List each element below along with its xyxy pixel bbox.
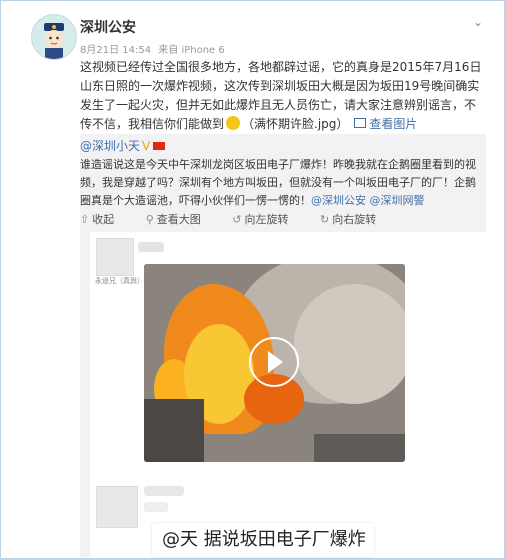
- rotate-left-button[interactable]: ↺ 向左旋转: [232, 213, 302, 226]
- chevron-down-icon[interactable]: ⌄: [473, 15, 483, 29]
- post-source: 来自 iPhone 6: [158, 45, 225, 56]
- mention-link[interactable]: @深圳公安: [311, 194, 366, 207]
- building: [144, 399, 204, 462]
- chat-name-tag: 永遥兄（真舆）: [95, 277, 144, 285]
- building: [314, 434, 405, 462]
- post-author[interactable]: 深圳公安: [80, 17, 136, 37]
- image-toolbar: ⇧ 收起 ⚲ 查看大图 ↺ 向左旋转 ↻ 向右旋转: [80, 211, 404, 227]
- repost-box: @深圳小天 V 谁造谣说这是今天中午深圳龙岗区坂田电子厂爆炸！昨晚我就在企鹅圈里看…: [80, 134, 486, 557]
- rotate-right-label: 向右旋转: [332, 213, 377, 226]
- collapse-label: 收起: [92, 213, 115, 226]
- post-text-tail: （满怀期许脸.jpg）: [242, 117, 349, 131]
- china-flag-icon: [153, 142, 166, 150]
- blurred-text: [144, 486, 184, 496]
- rotate-left-label: 向左旋转: [244, 213, 289, 226]
- collapse-button[interactable]: ⇧ 收起: [80, 213, 128, 226]
- collapse-icon: ⇧: [80, 213, 90, 226]
- smoke-cloud: [294, 284, 405, 404]
- verified-icon: V: [142, 139, 151, 153]
- mention-link[interactable]: @深圳网警: [370, 194, 425, 207]
- attached-screenshot[interactable]: 永遥兄（真舆） @天 据说坂田电子厂爆炸: [90, 232, 486, 557]
- view-large-button[interactable]: ⚲ 查看大图: [146, 213, 215, 226]
- chat-avatar: [96, 486, 138, 528]
- post-time[interactable]: 8月21日 14:54: [80, 45, 151, 56]
- avatar[interactable]: [31, 14, 77, 60]
- blurred-text: [138, 242, 164, 252]
- blurred-text: [144, 502, 168, 512]
- smile-emoji-icon: [226, 116, 241, 130]
- rotate-left-icon: ↺: [232, 213, 242, 226]
- picture-icon: [354, 118, 367, 128]
- chat-message: @天 据说坂田电子厂爆炸: [152, 523, 374, 557]
- explosion-video-thumbnail[interactable]: [144, 264, 405, 462]
- repost-author[interactable]: @深圳小天 V: [80, 137, 166, 154]
- play-icon[interactable]: [249, 337, 299, 387]
- view-large-label: 查看大图: [156, 213, 201, 226]
- repost-text: 谁造谣说这是今天中午深圳龙岗区坂田电子厂爆炸！昨晚我就在企鹅圈里看到的视频，我是…: [80, 156, 484, 210]
- chat-avatar: [96, 238, 134, 276]
- view-picture-link[interactable]: 查看图片: [369, 117, 417, 131]
- rotate-right-button[interactable]: ↻ 向右旋转: [320, 213, 390, 226]
- magnify-icon: ⚲: [145, 213, 154, 226]
- rotate-right-icon: ↻: [320, 213, 330, 226]
- repost-author-name[interactable]: @深圳小天: [80, 139, 140, 153]
- post-text: 这视频已经传过全国很多地方，各地都辟过谣，它的真身是2015年7月16日山东日照…: [80, 58, 484, 134]
- post-meta: 8月21日 14:54 来自 iPhone 6: [80, 41, 225, 56]
